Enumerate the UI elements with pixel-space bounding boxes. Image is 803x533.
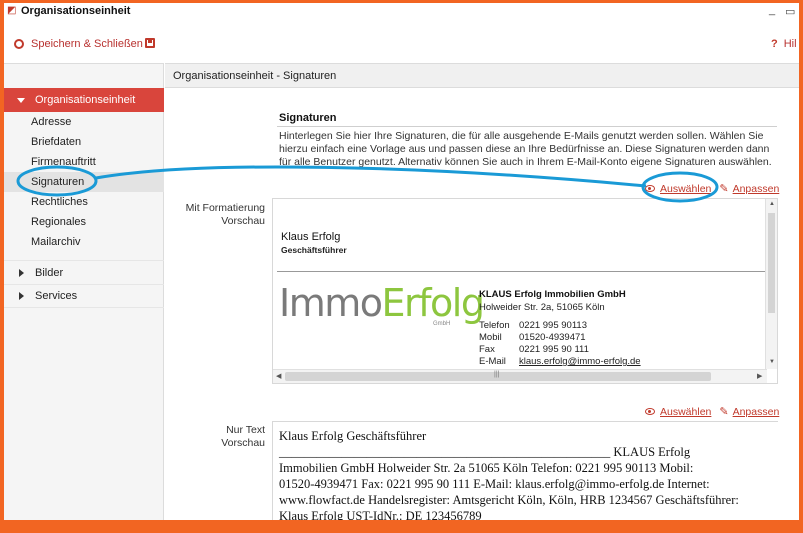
- help-label: Hil: [783, 38, 797, 50]
- section-description: Hinterlegen Sie hier Ihre Signaturen, di…: [279, 130, 772, 168]
- help-icon: ?: [771, 38, 778, 50]
- save-button[interactable]: [145, 38, 155, 48]
- plain-preview-label: Nur Text Vorschau: [165, 424, 265, 450]
- edit-formatted-button[interactable]: Anpassen: [733, 183, 780, 195]
- plain-label-line2: Vorschau: [221, 437, 265, 449]
- app-icon: ◩: [7, 5, 17, 16]
- pencil-icon: ✎: [719, 183, 729, 195]
- plain-line: 01520-4939471 Fax: 0221 995 90 111 E-Mai…: [279, 477, 710, 491]
- select-plain-button[interactable]: Auswählen: [645, 406, 711, 418]
- select-formatted-button[interactable]: Auswählen: [645, 183, 711, 195]
- signature-divider: [277, 271, 765, 272]
- caret-right-icon: [19, 292, 24, 300]
- scroll-right-icon[interactable]: ▶: [757, 372, 762, 380]
- plain-line: Immobilien GmbH Holweider Str. 2a 51065 …: [279, 461, 694, 475]
- signature-address: Holweider Str. 2a, 51065 Köln: [479, 302, 605, 313]
- scroll-left-icon[interactable]: ◀: [276, 372, 281, 380]
- section-divider: [277, 126, 777, 127]
- plain-line: Klaus Erfolg Geschäftsführer: [279, 429, 427, 443]
- window-title: Organisationseinheit: [21, 5, 131, 17]
- horizontal-scrollbar[interactable]: ◀ ||| ▶: [273, 369, 767, 383]
- logo-part2: Erfolg: [381, 281, 485, 325]
- formatted-label-line2: Vorschau: [221, 215, 265, 227]
- eye-icon: [645, 185, 655, 192]
- contact-value: 0221 995 90 111: [519, 344, 589, 355]
- signature-company: KLAUS Erfolg Immobilien GmbH: [479, 289, 626, 300]
- contact-fax: Fax 0221 995 90 111: [479, 344, 589, 355]
- sidebar-group-services[interactable]: Services: [4, 284, 164, 308]
- scroll-down-icon[interactable]: ▼: [769, 359, 775, 365]
- contact-key: E-Mail: [479, 356, 506, 367]
- formatted-preview-label: Mit Formatierung Vorschau: [165, 202, 265, 228]
- contact-key: Fax: [479, 344, 495, 355]
- plain-actions: Auswählen ✎ Anpassen: [645, 405, 779, 418]
- sidebar-item-rechtliches[interactable]: Rechtliches: [4, 192, 164, 212]
- formatted-actions: Auswählen ✎ Anpassen: [645, 182, 779, 195]
- breadcrumb: Organisationseinheit - Signaturen: [165, 64, 799, 88]
- help-button[interactable]: ? Hil: [771, 38, 797, 50]
- maximize-icon[interactable]: ▭: [785, 7, 795, 18]
- save-icon: [145, 38, 155, 48]
- save-close-label: Speichern & Schließen: [31, 38, 143, 50]
- eye-icon: [645, 408, 655, 415]
- plain-line: www.flowfact.de Handelsregister: Amtsger…: [279, 493, 739, 507]
- contact-email: E-Mail klaus.erfolg@immo-erfolg.de: [479, 356, 641, 367]
- logo-part1: Immo: [279, 281, 383, 325]
- sidebar-section-label: Organisationseinheit: [35, 94, 136, 106]
- save-close-button[interactable]: Speichern & Schließen: [14, 38, 143, 50]
- plain-label-line1: Nur Text: [226, 424, 265, 436]
- formatted-label-line1: Mit Formatierung: [185, 202, 265, 214]
- sidebar-item-adresse[interactable]: Adresse: [4, 112, 164, 132]
- sidebar-item-briefdaten[interactable]: Briefdaten: [4, 132, 164, 152]
- grip-icon: |||: [494, 371, 500, 378]
- caret-down-icon: [17, 97, 25, 103]
- edit-plain-button[interactable]: Anpassen: [733, 406, 780, 418]
- sidebar-item-mailarchiv[interactable]: Mailarchiv: [4, 232, 164, 252]
- select-label: Auswählen: [660, 182, 712, 195]
- title-bar: ◩ Organisationseinheit _ ▭: [4, 3, 799, 25]
- main-content: Organisationseinheit - Signaturen Signat…: [165, 63, 799, 520]
- sidebar-item-signaturen[interactable]: Signaturen: [4, 172, 164, 192]
- select-label: Auswählen: [660, 405, 712, 418]
- sidebar-item-regionales[interactable]: Regionales: [4, 212, 164, 232]
- plain-line: Klaus Erfolg UST-IdNr.: DE 123456789: [279, 509, 482, 520]
- sidebar-group-label: Services: [35, 290, 78, 302]
- contact-mobile: Mobil 01520-4939471: [479, 332, 586, 343]
- toolbar: Speichern & Schließen ? Hil: [4, 25, 799, 63]
- sidebar-group-label: Bilder: [35, 266, 64, 279]
- plain-line: ________________________________________…: [279, 445, 691, 459]
- minimize-icon[interactable]: _: [769, 5, 775, 16]
- contact-value: 01520-4939471: [519, 332, 586, 343]
- contact-key: Mobil: [479, 332, 502, 343]
- scroll-up-icon[interactable]: ▲: [769, 201, 775, 207]
- company-logo: ImmoErfolg: [279, 281, 485, 325]
- formatted-preview[interactable]: Klaus Erfolg Geschäftsführer ImmoErfolg …: [272, 198, 778, 384]
- signature-role: Geschäftsführer: [281, 245, 347, 255]
- email-link[interactable]: klaus.erfolg@immo-erfolg.de: [519, 356, 641, 367]
- sidebar: Organisationseinheit Adresse Briefdaten …: [4, 63, 164, 520]
- caret-right-icon: [19, 268, 24, 277]
- contact-key: Telefon: [479, 320, 510, 331]
- vertical-scrollbar[interactable]: ▲ ▼: [765, 199, 777, 369]
- plain-text-preview[interactable]: Klaus Erfolg Geschäftsführer ___________…: [272, 421, 778, 520]
- sidebar-item-firmenauftritt[interactable]: Firmenauftritt: [4, 152, 164, 172]
- sidebar-group-bilder[interactable]: Bilder: [4, 260, 164, 284]
- pencil-icon: ✎: [719, 406, 729, 418]
- window: ◩ Organisationseinheit _ ▭ Speichern & S…: [4, 3, 799, 520]
- scroll-thumb[interactable]: [768, 213, 775, 313]
- section-title: Signaturen: [279, 112, 337, 124]
- contact-phone: Telefon 0221 995 90113: [479, 320, 587, 331]
- logo-subtitle: GmbH: [433, 321, 451, 327]
- contact-value: 0221 995 90113: [519, 320, 587, 331]
- circle-icon: [14, 39, 24, 49]
- signature-name: Klaus Erfolg: [281, 231, 341, 243]
- sidebar-section-organisationseinheit[interactable]: Organisationseinheit: [4, 88, 164, 112]
